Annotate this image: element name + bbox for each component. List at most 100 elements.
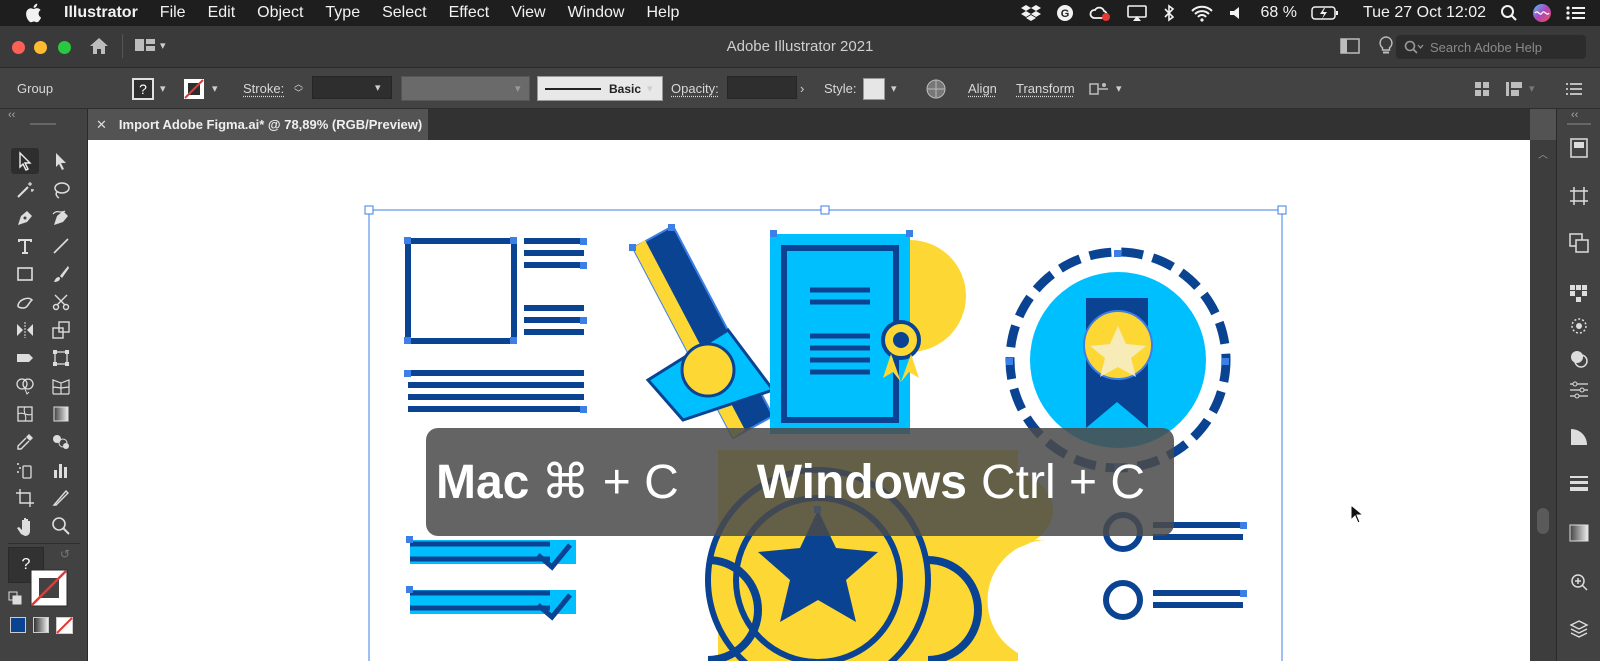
direct-selection-tool-icon[interactable] [47,148,75,174]
artboards-panel-icon[interactable] [1567,184,1591,208]
adjustments-panel-icon[interactable] [1567,378,1591,402]
close-tab-icon[interactable]: ✕ [96,117,107,133]
shaper-tool-icon[interactable] [11,289,39,315]
menu-window[interactable]: Window [568,4,625,22]
chevron-down-icon[interactable]: ▾ [647,76,653,101]
canvas-area[interactable] [88,140,1530,661]
mesh-tool-icon[interactable] [11,401,39,427]
stroke-panel-icon[interactable] [1567,471,1591,495]
stroke-swatch[interactable]: ▾ [182,76,218,101]
panel-grip[interactable] [1567,123,1591,125]
selection-tool-icon[interactable] [11,148,39,174]
wifi-icon[interactable] [1190,4,1214,22]
discover-lightbulb-icon[interactable] [1378,36,1394,59]
menu-select[interactable]: Select [382,4,426,22]
creative-cloud-icon[interactable] [1088,4,1112,22]
paintbrush-tool-icon[interactable] [47,261,75,287]
rectangle-tool-icon[interactable] [11,261,39,287]
gradient-panel-icon[interactable] [1567,521,1591,545]
blend-tool-icon[interactable] [47,429,75,455]
zoom-window-button[interactable] [58,41,71,54]
brushes-panel-icon[interactable] [1567,314,1591,338]
document-tab[interactable]: ✕ Import Adobe Figma.ai* @ 78,89% (RGB/P… [88,109,428,140]
menu-view[interactable]: View [511,4,545,22]
swap-fill-stroke-icon[interactable]: ↺ [60,547,70,561]
help-search-field[interactable]: Search Adobe Help [1396,35,1586,59]
panel-toggle-icon[interactable] [1340,38,1360,57]
workspace-switcher[interactable]: ▾ [134,37,166,53]
panel-grip[interactable] [30,123,56,125]
airplay-icon[interactable] [1126,4,1148,22]
layers-panel-icon[interactable] [1567,617,1591,641]
opacity-expand-icon[interactable]: › [800,76,804,101]
menu-effect[interactable]: Effect [449,4,490,22]
menu-object[interactable]: Object [257,4,303,22]
panel-menu-icon[interactable] [1566,76,1582,101]
scale-tool-icon[interactable] [47,317,75,343]
layers-copy-panel-icon[interactable] [1567,231,1591,255]
siri-icon[interactable] [1532,3,1552,23]
zoom-tool-icon[interactable] [47,513,75,539]
minimize-window-button[interactable] [34,41,47,54]
width-tool-icon[interactable] [11,345,39,371]
symbol-sprayer-tool-icon[interactable] [11,457,39,483]
arrange-documents-icon[interactable] [1474,76,1490,101]
artwork-group[interactable] [88,140,1530,661]
vertical-scrollbar[interactable]: ︿ [1530,140,1556,661]
close-window-button[interactable] [12,41,25,54]
grammarly-icon[interactable]: G [1056,4,1074,22]
brush-definition-dropdown[interactable]: Basic [537,76,663,101]
transparency-panel-icon[interactable] [1567,425,1591,449]
none-mode-button[interactable] [56,617,73,637]
line-segment-tool-icon[interactable] [47,233,75,259]
spotlight-search-icon[interactable] [1500,4,1518,22]
shape-builder-tool-icon[interactable] [11,373,39,399]
scroll-up-icon[interactable]: ︿ [1538,146,1548,161]
app-menu[interactable]: Illustrator [64,4,138,22]
collapse-panel-icon[interactable]: ‹‹ [8,109,15,121]
menubar-clock[interactable]: Tue 27 Oct 12:02 [1363,4,1486,22]
eyedropper-tool-icon[interactable] [11,429,39,455]
default-fill-stroke-icon[interactable] [8,591,22,608]
reflect-tool-icon[interactable] [11,317,39,343]
gradient-mode-button[interactable] [33,617,49,633]
free-transform-tool-icon[interactable] [47,345,75,371]
gradient-tool-icon[interactable] [47,401,75,427]
scrollbar-thumb[interactable] [1537,508,1549,534]
transform-panel-link[interactable]: Transform [1016,76,1075,101]
perspective-grid-tool-icon[interactable] [47,373,75,399]
opacity-label[interactable]: Opacity: [671,76,719,101]
hand-tool-icon[interactable] [11,513,39,539]
notification-center-icon[interactable] [1566,5,1586,21]
stroke-weight-input[interactable]: ▾ [312,76,392,99]
recolor-artwork-icon[interactable] [925,76,947,101]
slice-tool-icon[interactable] [47,485,75,511]
column-graph-tool-icon[interactable] [47,457,75,483]
puppet-warp-button[interactable]: ▾ [1088,76,1122,101]
variable-width-profile[interactable]: ▾ [401,76,530,101]
menu-type[interactable]: Type [325,4,360,22]
lasso-tool-icon[interactable] [47,177,75,203]
scissors-tool-icon[interactable] [47,289,75,315]
appearance-panel-icon[interactable] [1567,347,1591,371]
home-icon[interactable] [88,36,110,59]
stroke-label[interactable]: Stroke: [243,76,284,101]
apple-menu-icon[interactable] [24,3,46,23]
pen-tool-icon[interactable] [11,205,39,231]
menu-edit[interactable]: Edit [208,4,236,22]
swatches-panel-icon[interactable] [1567,281,1591,305]
properties-panel-icon[interactable] [1567,136,1591,160]
opacity-input[interactable] [727,76,797,99]
fill-swatch[interactable]: ? ▾ [132,76,166,101]
battery-icon[interactable] [1311,5,1339,21]
layout-switcher[interactable]: ▾ [1505,76,1535,101]
stroke-indicator[interactable] [30,569,68,607]
magic-wand-tool-icon[interactable] [11,177,39,203]
graphic-style-swatch[interactable]: ▾ [863,76,897,101]
links-panel-icon[interactable] [1567,570,1591,594]
artboard[interactable] [88,140,1530,661]
stroke-weight-stepper[interactable]: ︿ ﹀ [294,76,303,101]
color-mode-button[interactable] [10,617,26,633]
artboard-tool-icon[interactable] [11,485,39,511]
battery-percentage[interactable]: 68 % [1260,4,1296,22]
